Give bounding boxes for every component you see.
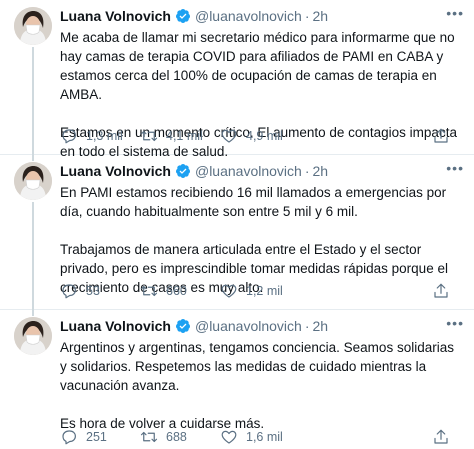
reply-icon xyxy=(60,282,78,300)
author-handle[interactable]: @luanavolnovich xyxy=(195,8,302,24)
separator-dot: · xyxy=(304,163,310,179)
author-name[interactable]: Luana Volnovich xyxy=(60,318,171,334)
retweet-icon xyxy=(140,282,158,300)
tweet-content: Luana Volnovich @luanavolnovich · 2h Arg… xyxy=(60,316,462,433)
tweet-paragraph: Argentinos y argentinas, tengamos concie… xyxy=(60,340,454,393)
more-options-icon[interactable]: ••• xyxy=(446,161,464,175)
like-button[interactable]: 4,9 mil xyxy=(220,127,300,145)
avatar[interactable] xyxy=(14,317,52,355)
tweet-actions: 53 660 1,2 mil xyxy=(60,282,462,300)
share-button[interactable] xyxy=(432,282,450,300)
reply-button[interactable]: 1,3 mil xyxy=(60,127,140,145)
more-options-icon[interactable]: ••• xyxy=(446,316,464,330)
retweet-button[interactable]: 660 xyxy=(140,282,220,300)
verified-badge-icon xyxy=(175,163,191,179)
tweet-content: Luana Volnovich @luanavolnovich · 2h En … xyxy=(60,161,462,297)
like-button[interactable]: 1,2 mil xyxy=(220,282,300,300)
like-button[interactable]: 1,6 mil xyxy=(220,428,300,446)
retweet-icon xyxy=(140,127,158,145)
tweet-paragraph: Me acaba de llamar mi secretario médico … xyxy=(60,30,455,102)
retweet-button[interactable]: 688 xyxy=(140,428,220,446)
tweet-text: En PAMI estamos recibiendo 16 mil llamad… xyxy=(60,183,462,297)
avatar[interactable] xyxy=(14,7,52,45)
tweet-header: Luana Volnovich @luanavolnovich · 2h xyxy=(60,6,462,26)
author-name[interactable]: Luana Volnovich xyxy=(60,8,171,24)
verified-badge-icon xyxy=(175,318,191,334)
tweet[interactable]: Luana Volnovich @luanavolnovich · 2h En … xyxy=(0,155,474,310)
heart-icon xyxy=(220,282,238,300)
reply-count: 53 xyxy=(86,284,100,298)
share-icon xyxy=(432,428,450,446)
like-count: 4,9 mil xyxy=(246,129,283,143)
author-handle[interactable]: @luanavolnovich xyxy=(195,163,302,179)
reply-count: 1,3 mil xyxy=(86,129,123,143)
reply-icon xyxy=(60,428,78,446)
retweet-button[interactable]: 4,1 mil xyxy=(140,127,220,145)
separator-dot: · xyxy=(304,318,310,334)
thread-line xyxy=(32,155,34,161)
verified-badge-icon xyxy=(175,8,191,24)
tweet-header: Luana Volnovich @luanavolnovich · 2h xyxy=(60,161,462,181)
author-handle[interactable]: @luanavolnovich xyxy=(195,318,302,334)
tweet-paragraph: En PAMI estamos recibiendo 16 mil llamad… xyxy=(60,185,447,219)
thread-line xyxy=(32,47,34,155)
tweet-text: Argentinos y argentinas, tengamos concie… xyxy=(60,338,462,433)
separator-dot: · xyxy=(304,8,310,24)
share-button[interactable] xyxy=(432,127,450,145)
share-icon xyxy=(432,282,450,300)
retweet-icon xyxy=(140,428,158,446)
avatar[interactable] xyxy=(14,162,52,200)
retweet-count: 4,1 mil xyxy=(166,129,203,143)
heart-icon xyxy=(220,127,238,145)
reply-button[interactable]: 53 xyxy=(60,282,140,300)
share-button[interactable] xyxy=(432,428,450,446)
like-count: 1,2 mil xyxy=(246,284,283,298)
tweet-time[interactable]: 2h xyxy=(313,318,329,334)
tweet-time[interactable]: 2h xyxy=(313,8,329,24)
tweet-header: Luana Volnovich @luanavolnovich · 2h xyxy=(60,316,462,336)
more-options-icon[interactable]: ••• xyxy=(446,6,464,20)
reply-button[interactable]: 251 xyxy=(60,428,140,446)
share-icon xyxy=(432,127,450,145)
thread-line xyxy=(32,202,34,310)
retweet-count: 660 xyxy=(166,284,187,298)
tweet-actions: 251 688 1,6 mil xyxy=(60,428,462,446)
reply-icon xyxy=(60,127,78,145)
thread-line xyxy=(32,310,34,316)
author-name[interactable]: Luana Volnovich xyxy=(60,163,171,179)
tweet[interactable]: Luana Volnovich @luanavolnovich · 2h Arg… xyxy=(0,310,474,445)
tweet-time[interactable]: 2h xyxy=(313,163,329,179)
tweet-actions: 1,3 mil 4,1 mil 4,9 mil xyxy=(60,127,462,145)
heart-icon xyxy=(220,428,238,446)
tweet[interactable]: Luana Volnovich @luanavolnovich · 2h Me … xyxy=(0,0,474,159)
